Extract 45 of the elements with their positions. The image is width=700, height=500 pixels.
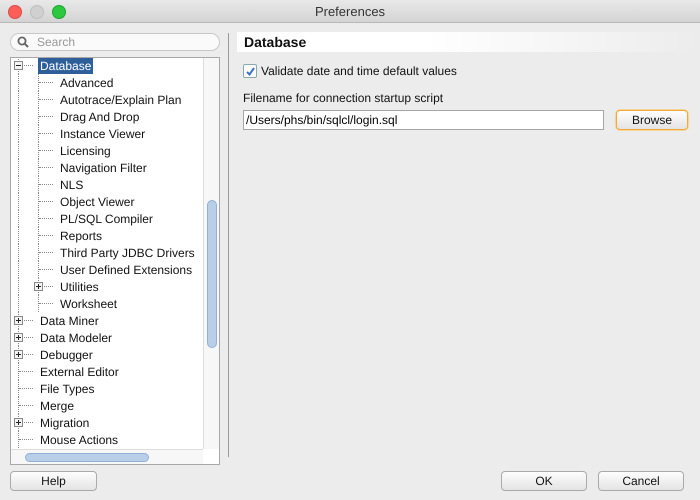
window-title: Preferences	[314, 4, 386, 18]
expander-icon[interactable]	[14, 350, 23, 359]
tree-item[interactable]: Worksheet	[58, 296, 120, 312]
horizontal-scrollbar[interactable]	[11, 449, 203, 464]
expander-icon[interactable]	[14, 316, 23, 325]
tree-item[interactable]: Advanced	[58, 74, 116, 90]
tree-item[interactable]: Database	[38, 58, 94, 74]
tree-item[interactable]: External Editor	[38, 364, 121, 380]
tree-item[interactable]: Data Modeler	[38, 330, 114, 346]
tree-item[interactable]: PL/SQL Compiler	[58, 210, 155, 226]
close-icon[interactable]	[8, 5, 22, 19]
expander-icon[interactable]	[14, 333, 23, 342]
filename-field[interactable]: /Users/phs/bin/sqlcl/login.sql	[243, 110, 604, 130]
tree-item[interactable]: User Defined Extensions	[58, 262, 194, 278]
scroll-thumb[interactable]	[207, 200, 217, 348]
tree-item[interactable]: Merge	[38, 398, 76, 414]
expander-icon[interactable]	[14, 61, 23, 70]
tree-item[interactable]: Instance Viewer	[58, 126, 148, 142]
ok-button[interactable]: OK	[501, 471, 587, 491]
tree-item[interactable]: Utilities	[58, 278, 101, 294]
tree-item[interactable]: Reports	[58, 228, 104, 244]
tree-item[interactable]: Mouse Actions	[38, 432, 120, 448]
tree-item[interactable]: Object Viewer	[58, 194, 136, 210]
tree-item[interactable]: Data Miner	[38, 312, 101, 328]
tree-item[interactable]: Licensing	[58, 142, 113, 158]
field-label: Filename for connection startup script	[243, 91, 444, 105]
checkbox[interactable]	[243, 64, 257, 78]
tree-item[interactable]: Navigation Filter	[58, 160, 149, 176]
browse-button[interactable]: Browse	[616, 110, 688, 130]
vertical-scrollbar[interactable]	[203, 58, 219, 449]
tree-item[interactable]: Autotrace/Explain Plan	[58, 92, 184, 108]
expander-icon[interactable]	[14, 418, 23, 427]
tree-item[interactable]: Drag And Drop	[58, 108, 142, 124]
help-button[interactable]: Help	[10, 471, 97, 491]
checkbox-label: Validate date and time default values	[261, 64, 457, 78]
zoom-icon[interactable]	[52, 5, 66, 19]
cancel-button[interactable]: Cancel	[598, 471, 684, 491]
tree-item[interactable]: File Types	[38, 380, 96, 396]
scroll-thumb[interactable]	[25, 453, 149, 462]
tree-item[interactable]: Third Party JDBC Drivers	[58, 244, 197, 260]
tree-item[interactable]: NLS	[58, 176, 86, 192]
search-field[interactable]: Search	[10, 33, 220, 51]
tree-item[interactable]: Migration	[38, 414, 92, 430]
expander-icon[interactable]	[34, 282, 43, 291]
tree-item[interactable]: Debugger	[38, 346, 95, 362]
